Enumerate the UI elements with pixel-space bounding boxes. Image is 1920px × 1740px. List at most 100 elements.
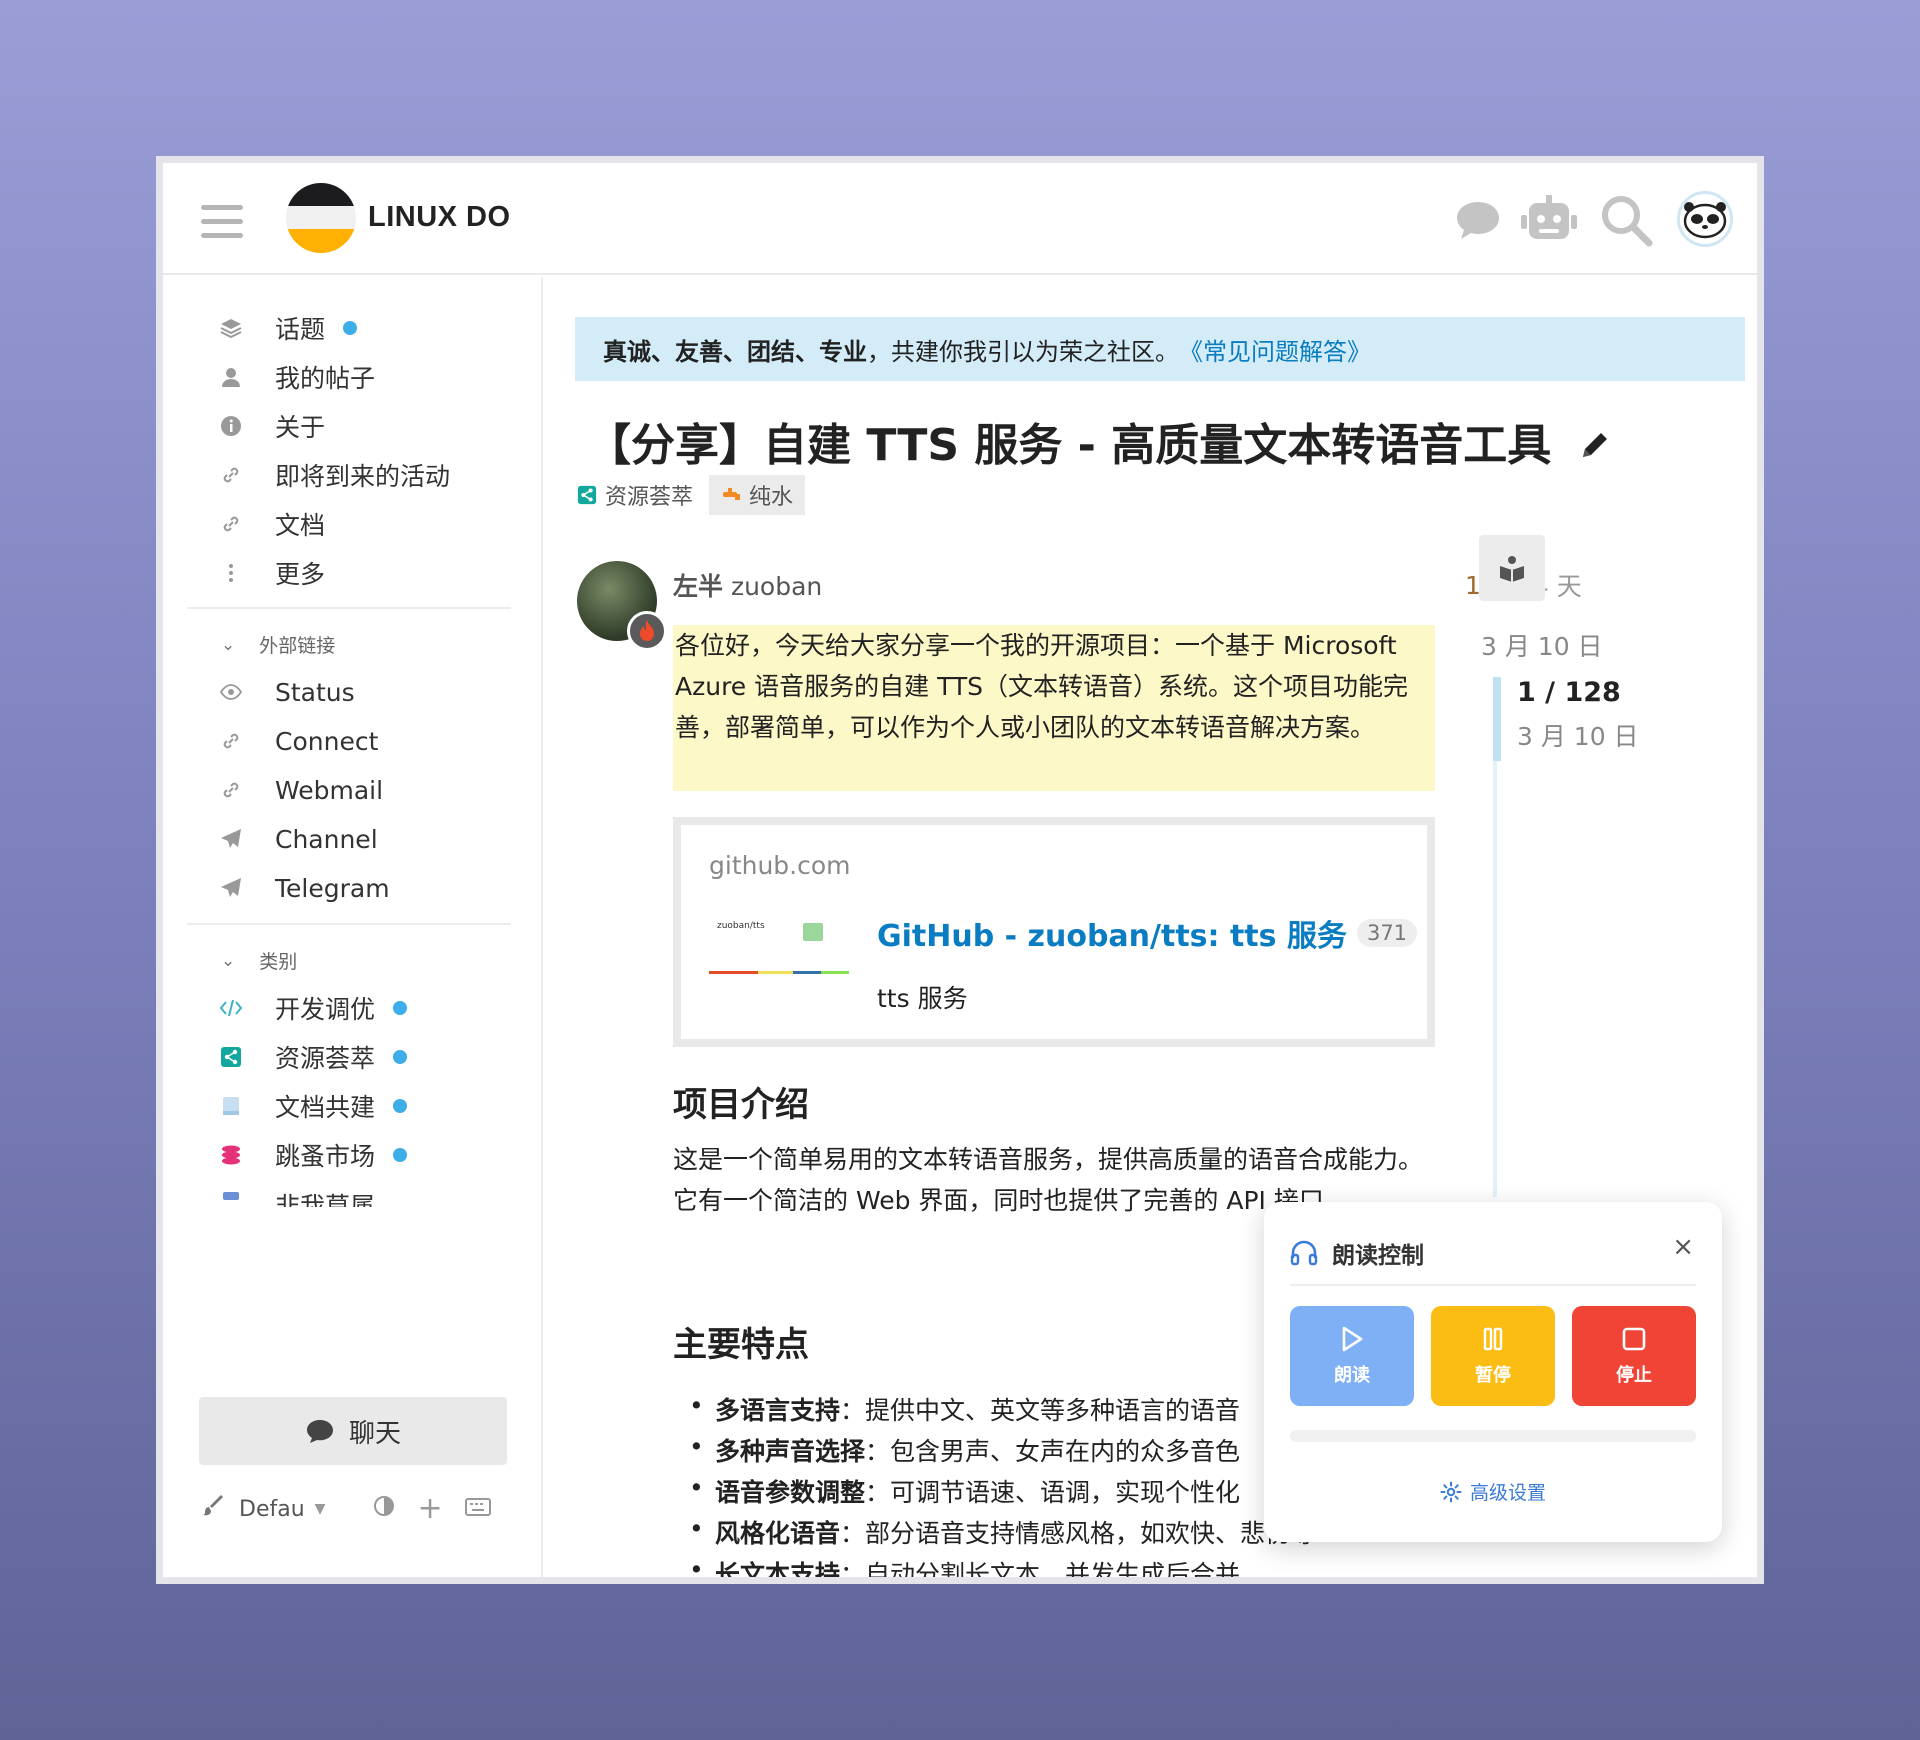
plus-icon[interactable]: + [417, 1494, 442, 1524]
section-header-external[interactable]: ⌄ 外部链接 [221, 631, 335, 658]
stop-button[interactable]: 停止 [1572, 1306, 1696, 1406]
search-icon[interactable] [1599, 193, 1653, 247]
sidebar-category-partial[interactable]: 非我莫属 [219, 1179, 375, 1207]
section-header-categories[interactable]: ⌄ 类别 [221, 947, 297, 974]
star-count-badge: 371 [1356, 919, 1418, 947]
link-icon [219, 512, 243, 536]
sidebar-item-connect[interactable]: Connect [219, 716, 378, 766]
brush-icon [203, 1495, 225, 1523]
list-item: 语音参数调整：可调节语速、语调，实现个性化 [689, 1473, 1240, 1509]
timeline-position: 1 / 128 [1517, 677, 1621, 708]
sidebar-item-docs[interactable]: 文档 [219, 499, 325, 549]
timeline-start-date[interactable]: 3 月 10 日 [1481, 627, 1603, 663]
play-icon [1342, 1326, 1363, 1352]
sidebar-category-dev[interactable]: 开发调优 [219, 983, 408, 1033]
chevron-down-icon: ⌄ [221, 950, 236, 971]
sidebar-item-webmail[interactable]: Webmail [219, 765, 383, 815]
timeline-position-date: 3 月 10 日 [1517, 722, 1639, 751]
sidebar-item-my-posts[interactable]: 我的帖子 [219, 352, 375, 402]
pause-icon [1483, 1327, 1503, 1351]
chat-button[interactable]: 聊天 [199, 1397, 507, 1465]
more-vertical-icon [219, 561, 243, 585]
divider [187, 607, 511, 609]
coins-icon [219, 1143, 243, 1167]
advanced-settings-link[interactable]: 高级设置 [1264, 1478, 1722, 1505]
sidebar-item-topics[interactable]: 话题 [219, 303, 358, 353]
paper-plane-icon [219, 876, 243, 900]
sidebar-item-events[interactable]: 即将到来的活动 [219, 450, 450, 500]
sidebar-item-about[interactable]: 关于 [219, 401, 325, 451]
eye-icon [219, 680, 243, 704]
paper-plane-icon [219, 827, 243, 851]
hamburger-menu-icon[interactable] [201, 205, 243, 238]
gear-icon [1440, 1481, 1462, 1502]
heading-features: 主要特点 [673, 1325, 809, 1365]
share-icon [577, 485, 597, 505]
sidebar-item-telegram[interactable]: Telegram [219, 863, 390, 913]
site-name[interactable]: LINUX DO [368, 201, 511, 234]
sidebar-category-wiki[interactable]: 文档共建 [219, 1081, 408, 1131]
link-icon [219, 463, 243, 487]
user-icon [219, 365, 243, 389]
sidebar: 话题 我的帖子 关于 即将到来的活动 文档 更多 ⌄ 外部链接 Status C… [163, 277, 543, 1577]
fire-flair-icon [627, 611, 667, 651]
play-button[interactable]: 朗读 [1290, 1306, 1414, 1406]
faq-link[interactable]: 《常见问题解答》 [1179, 332, 1371, 367]
reading-mode-button[interactable] [1479, 535, 1545, 601]
chat-bubble-icon [306, 1420, 333, 1443]
onebox-source[interactable]: github.com [709, 851, 851, 880]
link-icon [219, 778, 243, 802]
onebox-thumbnail: zuoban/tts [709, 915, 849, 995]
keyboard-icon[interactable] [464, 1497, 491, 1522]
sidebar-footer: Defau ▼ + [203, 1487, 523, 1531]
heading-intro: 项目介绍 [673, 1085, 809, 1125]
code-icon [219, 996, 243, 1020]
list-item: 多语言支持：提供中文、英文等多种语言的语音 [689, 1391, 1240, 1427]
layers-icon [219, 316, 243, 340]
user-avatar[interactable] [1677, 191, 1733, 247]
post-author-avatar[interactable] [577, 561, 667, 651]
robot-icon[interactable] [1519, 193, 1577, 247]
sidebar-category-market[interactable]: 跳蚤市场 [219, 1130, 408, 1180]
post-author[interactable]: 左半 zuoban [673, 567, 822, 603]
info-icon [219, 414, 243, 438]
link-icon [219, 729, 243, 753]
community-banner: 真诚、友善、团结、专业 ，共建你我引以为荣之社区。 《常见问题解答》 [575, 317, 1745, 381]
sidebar-category-resources[interactable]: 资源荟萃 [219, 1032, 408, 1082]
chevron-down-icon: ⌄ [221, 634, 236, 655]
onebox-title-link[interactable]: GitHub - zuoban/tts: tts 服务 371 [877, 911, 1418, 955]
read-progress-bar[interactable] [1290, 1430, 1696, 1442]
caret-down-icon[interactable]: ▼ [315, 1501, 326, 1517]
chat-bubble-icon[interactable] [1451, 193, 1505, 247]
topic-title: 【分享】自建 TTS 服务 - 高质量文本转语音工具 [587, 409, 1613, 474]
timeline-handle[interactable] [1493, 677, 1501, 761]
sidebar-item-status[interactable]: Status [219, 667, 355, 717]
unread-dot [393, 1148, 408, 1162]
divider [187, 923, 511, 925]
onebox-description: tts 服务 [877, 984, 968, 1013]
tag-chip[interactable]: 纯水 [709, 475, 806, 515]
headphones-icon [1290, 1240, 1318, 1266]
book-icon [219, 1094, 243, 1118]
read-aloud-panel: 朗读控制 × 朗读 暂停 停止 高级设置 [1264, 1202, 1722, 1542]
stop-icon [1622, 1327, 1646, 1351]
faucet-icon [723, 488, 741, 500]
post-intro-highlight: 各位好，今天给大家分享一个我的开源项目：一个基于 Microsoft Azure… [673, 625, 1435, 791]
contrast-icon[interactable] [373, 1495, 395, 1523]
sidebar-item-more[interactable]: 更多 [219, 548, 325, 598]
category-badge[interactable]: 资源荟萃 [577, 479, 693, 511]
github-onebox[interactable]: github.com zuoban/tts GitHub - zuoban/tt… [673, 817, 1435, 1047]
close-icon[interactable]: × [1672, 1232, 1694, 1262]
unread-dot [393, 1050, 408, 1064]
pause-button[interactable]: 暂停 [1431, 1306, 1555, 1406]
list-item: 多种声音选择：包含男声、女声在内的众多音色 [689, 1432, 1240, 1468]
unread-dot [393, 1001, 408, 1015]
panel-title: 朗读控制 [1290, 1236, 1424, 1270]
sidebar-item-channel[interactable]: Channel [219, 814, 378, 864]
topic-tags: 资源荟萃 纯水 [577, 475, 806, 515]
site-logo[interactable] [286, 183, 356, 253]
unread-dot [343, 321, 358, 335]
theme-selector[interactable]: Defau [239, 1497, 305, 1522]
pencil-edit-icon[interactable] [1577, 423, 1613, 474]
list-item: 风格化语音：部分语音支持情感风格，如欢快、悲伤等 [689, 1514, 1315, 1550]
